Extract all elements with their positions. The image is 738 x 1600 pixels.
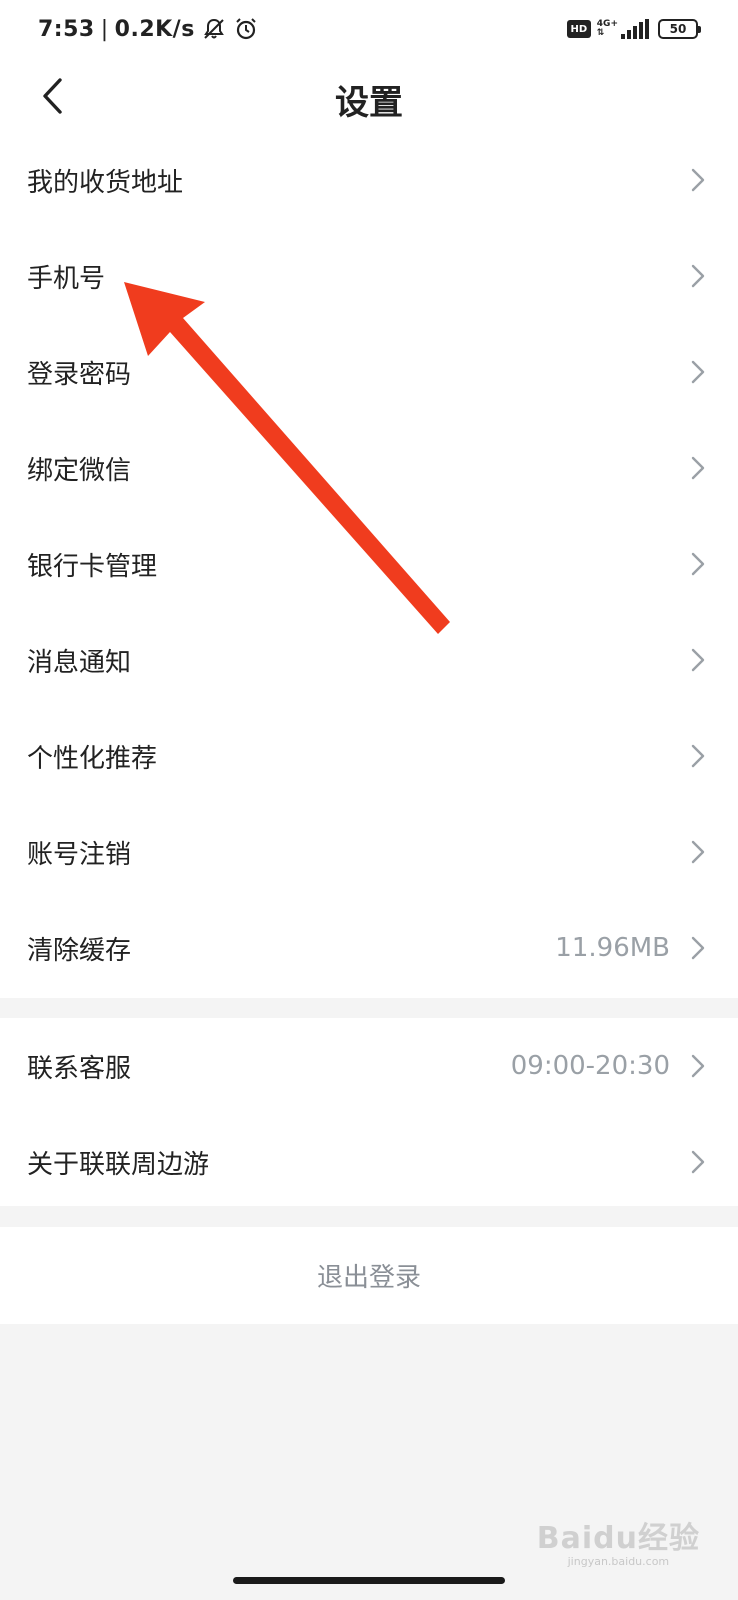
settings-group-support: 联系客服 09:00-20:30 关于联联周边游 xyxy=(0,1018,738,1206)
settings-row-customer-service[interactable]: 联系客服 09:00-20:30 xyxy=(0,1018,738,1114)
battery-level: 50 xyxy=(669,22,687,36)
data-arrows-icon: ⇅ xyxy=(596,28,605,38)
chevron-right-icon xyxy=(688,933,708,963)
row-label: 关于联联周边游 xyxy=(27,1149,210,1180)
settings-row-bank-cards[interactable]: 银行卡管理 xyxy=(0,516,738,612)
status-time: 7:53 xyxy=(38,16,95,42)
settings-row-about[interactable]: 关于联联周边游 xyxy=(0,1114,738,1210)
chevron-right-icon xyxy=(688,453,708,483)
chevron-right-icon xyxy=(688,261,708,291)
page-title: 设置 xyxy=(335,83,403,123)
chevron-right-icon xyxy=(688,357,708,387)
baidu-watermark: Baidu经验 jingyan.baidu.com xyxy=(537,1513,700,1568)
row-label: 个性化推荐 xyxy=(27,743,158,774)
chevron-right-icon xyxy=(688,1051,708,1081)
chevron-right-icon xyxy=(688,837,708,867)
nav-bar: 设置 xyxy=(0,62,738,132)
logout-button[interactable]: 退出登录 xyxy=(0,1227,738,1324)
home-indicator[interactable] xyxy=(233,1577,505,1584)
settings-row-account-deletion[interactable]: 账号注销 xyxy=(0,804,738,900)
settings-row-clear-cache[interactable]: 清除缓存 11.96MB xyxy=(0,900,738,996)
chevron-right-icon xyxy=(688,645,708,675)
watermark-logo-text: Baidu经验 xyxy=(536,1521,700,1556)
battery-icon: 50 xyxy=(658,19,701,39)
settings-group-main: 我的收货地址 手机号 登录密码 绑定微信 银行卡管理 消息通知 个性化推荐 账号… xyxy=(0,132,738,998)
row-label: 联系客服 xyxy=(27,1053,132,1084)
row-label: 账号注销 xyxy=(27,839,132,870)
service-hours-value: 09:00-20:30 xyxy=(510,1051,670,1081)
row-label: 我的收货地址 xyxy=(27,167,184,198)
cache-size-value: 11.96MB xyxy=(555,933,670,963)
row-label: 登录密码 xyxy=(27,359,132,390)
status-net-speed: 0.2K/s xyxy=(114,16,195,42)
row-label: 消息通知 xyxy=(27,647,132,678)
status-left: 7:53 | 0.2K/s xyxy=(38,16,259,42)
chevron-right-icon xyxy=(688,741,708,771)
settings-row-shipping-address[interactable]: 我的收货地址 xyxy=(0,132,738,228)
settings-row-notifications[interactable]: 消息通知 xyxy=(0,612,738,708)
status-right: HD 4G+ ⇅ 50 xyxy=(566,18,701,40)
settings-row-personalized-recommendations[interactable]: 个性化推荐 xyxy=(0,708,738,804)
settings-row-bind-wechat[interactable]: 绑定微信 xyxy=(0,420,738,516)
alarm-icon xyxy=(236,18,256,40)
status-separator: | xyxy=(100,16,109,42)
chevron-right-icon xyxy=(688,165,708,195)
hd-badge: HD xyxy=(566,20,591,38)
row-label: 清除缓存 xyxy=(27,935,132,966)
network-indicator: 4G+ ⇅ xyxy=(597,20,618,38)
settings-row-phone-number[interactable]: 手机号 xyxy=(0,228,738,324)
chevron-right-icon xyxy=(688,1147,708,1177)
row-label: 手机号 xyxy=(27,263,106,294)
chevron-right-icon xyxy=(688,549,708,579)
signal-icon xyxy=(621,19,649,39)
status-bar: 7:53 | 0.2K/s HD 4G+ ⇅ 50 xyxy=(0,0,738,62)
row-label: 银行卡管理 xyxy=(27,551,158,582)
settings-row-login-password[interactable]: 登录密码 xyxy=(0,324,738,420)
row-label: 绑定微信 xyxy=(27,455,132,486)
logout-section: 退出登录 xyxy=(0,1227,738,1324)
notifications-off-icon xyxy=(203,18,224,39)
